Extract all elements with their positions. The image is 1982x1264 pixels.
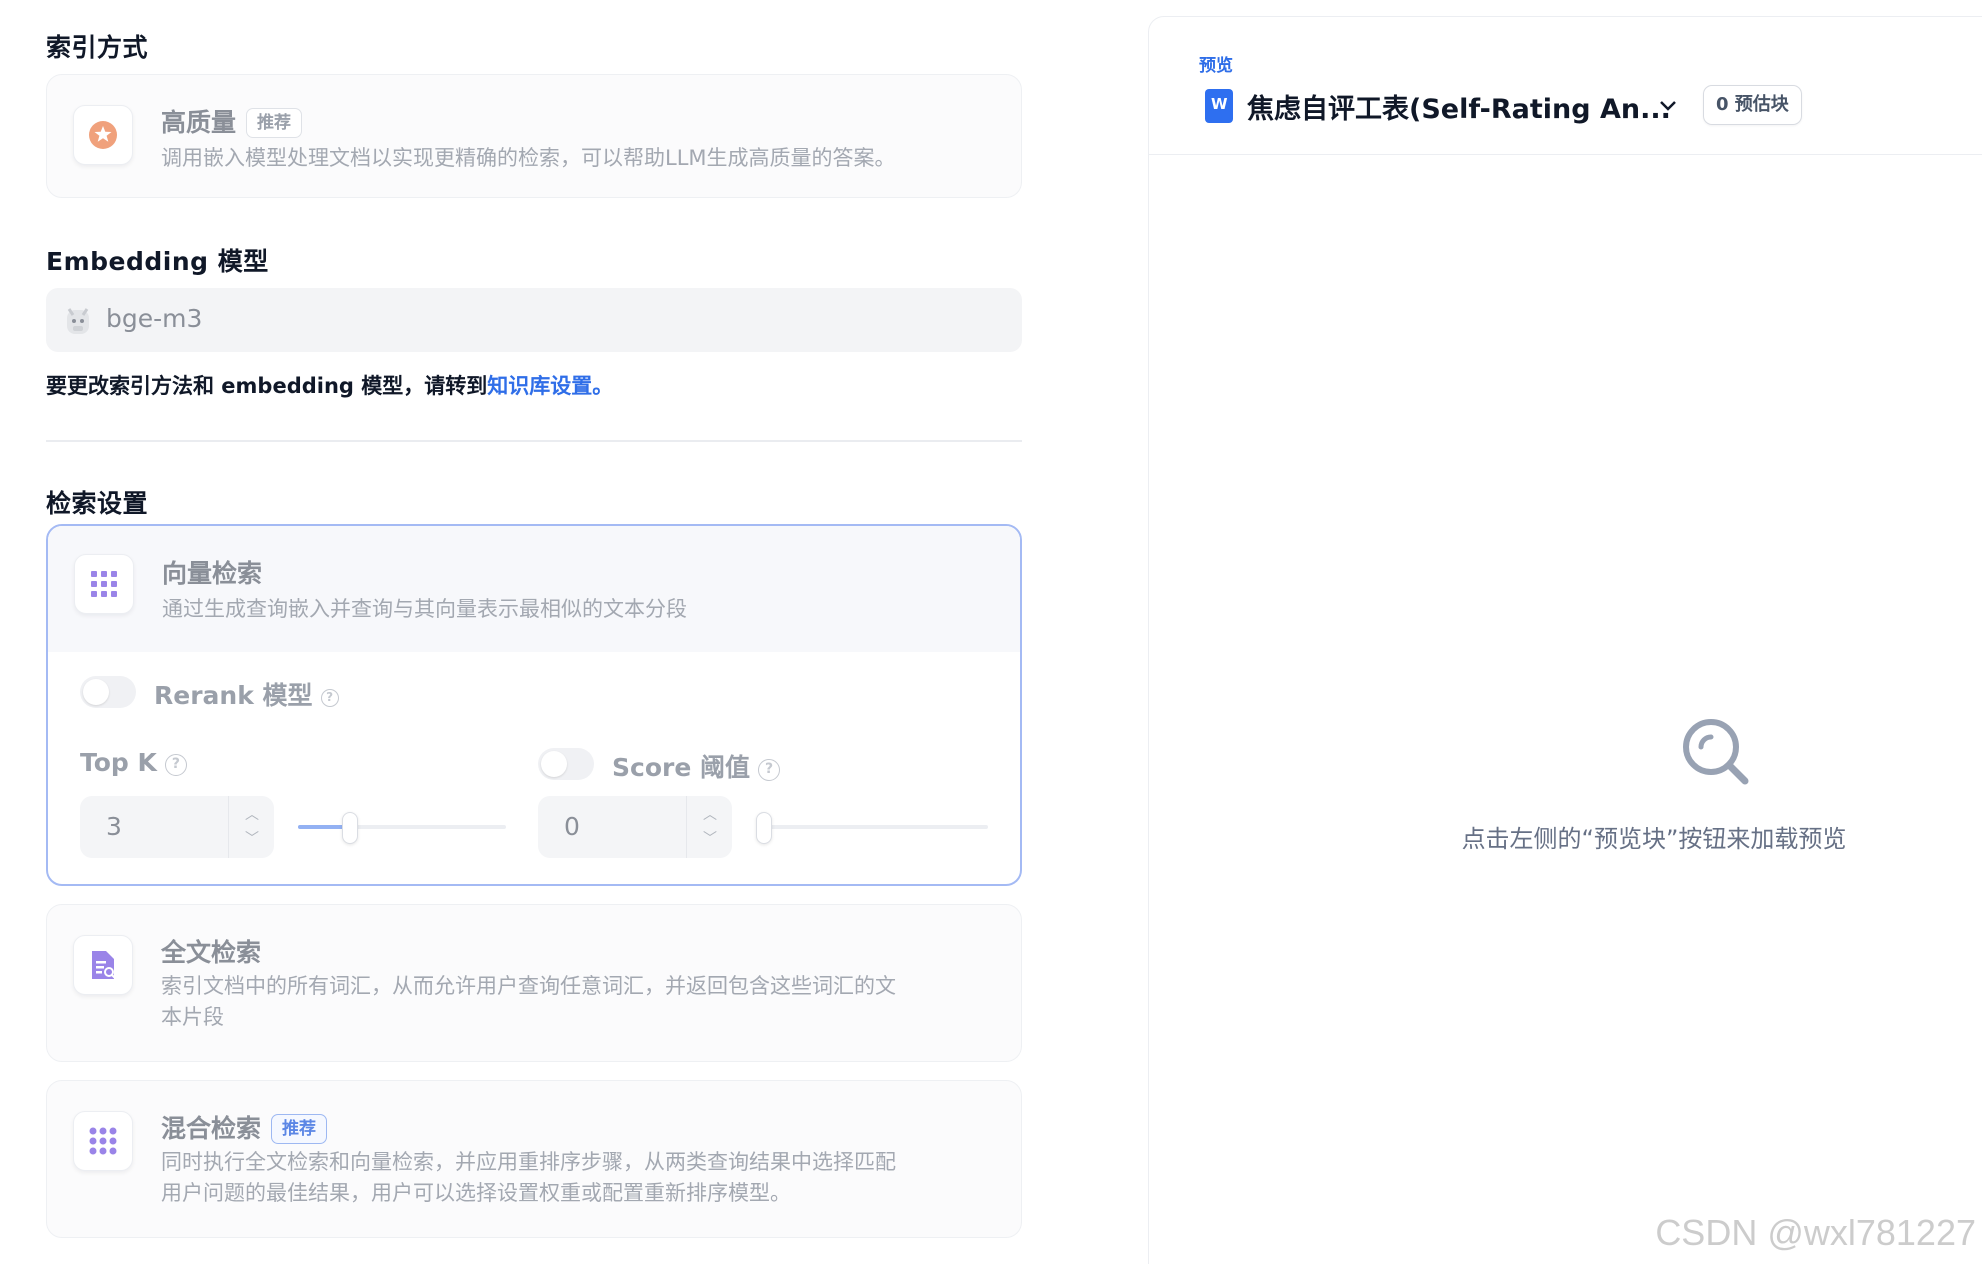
score-threshold-input[interactable]: 0 ︿ ﹀: [538, 796, 732, 858]
fulltext-search-icon: [73, 935, 133, 995]
vector-search-title: 向量检索: [162, 559, 263, 588]
high-quality-label: 高质量: [161, 108, 237, 137]
fulltext-search-title: 全文检索: [161, 938, 262, 967]
word-doc-icon: [1205, 89, 1233, 123]
retrieval-settings-title: 检索设置: [46, 489, 149, 518]
score-threshold-label: Score 阈值?: [612, 748, 780, 784]
model-provider-icon: [64, 306, 92, 340]
fulltext-search-option[interactable]: 全文检索 索引文档中的所有词汇，从而允许用户查询任意词汇，并返回包含这些词汇的文…: [46, 904, 1022, 1062]
hybrid-search-icon: [73, 1111, 133, 1171]
empty-preview-search-icon: [1679, 715, 1751, 791]
change-settings-hint: 要更改索引方法和 embedding 模型，请转到知识库设置。: [46, 370, 613, 400]
vector-search-icon: [74, 554, 134, 614]
hybrid-search-option[interactable]: 混合检索 推荐 同时执行全文检索和向量检索，并应用重排序步骤，从两类查询结果中选择…: [46, 1080, 1022, 1238]
hybrid-search-title: 混合检索 推荐: [161, 1109, 328, 1145]
high-quality-description: 调用嵌入模型处理文档以实现更精确的检索，可以帮助LLM生成高质量的答案。: [161, 146, 896, 170]
hint-text: 要更改索引方法和 embedding 模型，请转到: [46, 374, 488, 398]
hybrid-search-description-2: 用户问题的最佳结果，用户可以选择设置权重或配置重新排序模型。: [161, 1181, 791, 1205]
decrement-chevron-icon[interactable]: ﹀: [703, 828, 717, 848]
preview-header: 预览 焦虑自评工表(Self-Rating An... 0 预估块: [1149, 17, 1982, 155]
index-method-title: 索引方式: [46, 33, 149, 62]
score-stepper[interactable]: ︿ ﹀: [686, 796, 732, 858]
increment-chevron-icon[interactable]: ︿: [703, 804, 717, 824]
rerank-help-icon[interactable]: ?: [320, 689, 339, 707]
high-quality-title: 高质量 推荐: [161, 103, 303, 139]
section-divider: [46, 440, 1022, 442]
embedding-model-name: bge-m3: [106, 304, 203, 333]
fulltext-search-description-1: 索引文档中的所有词汇，从而允许用户查询任意词汇，并返回包含这些词汇的文: [161, 974, 896, 998]
preview-panel: 预览 焦虑自评工表(Self-Rating An... 0 预估块 点击左侧的“…: [1148, 16, 1982, 1264]
score-threshold-value: 0: [564, 812, 580, 841]
topk-stepper[interactable]: ︿ ﹀: [228, 796, 274, 858]
recommend-badge: 推荐: [246, 108, 303, 138]
estimated-chunks-button[interactable]: 0 预估块: [1703, 85, 1802, 125]
rerank-label: Rerank 模型?: [154, 676, 339, 712]
increment-chevron-icon[interactable]: ︿: [245, 804, 259, 824]
decrement-chevron-icon[interactable]: ﹀: [245, 828, 259, 848]
high-quality-icon: [73, 105, 133, 165]
empty-preview-text: 点击左侧的“预览块”按钮来加载预览: [1461, 825, 1847, 853]
topk-help-icon[interactable]: ?: [164, 754, 187, 776]
watermark: CSDN @wxl781227: [1655, 1212, 1976, 1253]
hybrid-search-label: 混合检索: [161, 1114, 262, 1143]
embedding-model-select[interactable]: bge-m3: [46, 288, 1022, 352]
rerank-label-text: Rerank 模型: [154, 681, 313, 710]
topk-label-text: Top K: [80, 748, 157, 777]
topk-slider[interactable]: [298, 812, 506, 844]
preview-document-title[interactable]: 焦虑自评工表(Self-Rating An...: [1247, 87, 1671, 126]
topk-value: 3: [106, 812, 122, 841]
preview-kicker: 预览: [1199, 56, 1233, 76]
score-slider-thumb[interactable]: [756, 812, 772, 844]
score-threshold-toggle[interactable]: [538, 748, 594, 780]
high-quality-option[interactable]: 高质量 推荐 调用嵌入模型处理文档以实现更精确的检索，可以帮助LLM生成高质量的答…: [46, 74, 1022, 198]
chevron-down-icon[interactable]: [1657, 95, 1679, 121]
topk-slider-thumb[interactable]: [342, 812, 358, 844]
topk-input[interactable]: 3 ︿ ﹀: [80, 796, 274, 858]
score-threshold-slider[interactable]: [756, 812, 988, 844]
knowledge-base-settings-link[interactable]: 知识库设置。: [487, 374, 613, 398]
embedding-model-title: Embedding 模型: [46, 247, 269, 276]
hybrid-search-description-1: 同时执行全文检索和向量检索，并应用重排序步骤，从两类查询结果中选择匹配: [161, 1150, 896, 1174]
score-help-icon[interactable]: ?: [758, 759, 780, 781]
fulltext-search-description-2: 本片段: [161, 1005, 224, 1029]
vector-search-description: 通过生成查询嵌入并查询与其向量表示最相似的文本分段: [162, 597, 687, 621]
score-slider-track: [756, 825, 988, 829]
recommend-badge: 推荐: [271, 1114, 328, 1144]
topk-label: Top K?: [80, 748, 187, 777]
vector-search-option[interactable]: 向量检索 通过生成查询嵌入并查询与其向量表示最相似的文本分段 Rerank 模型…: [46, 524, 1022, 886]
score-label-text: Score 阈值: [612, 753, 750, 782]
rerank-toggle[interactable]: [80, 676, 136, 708]
